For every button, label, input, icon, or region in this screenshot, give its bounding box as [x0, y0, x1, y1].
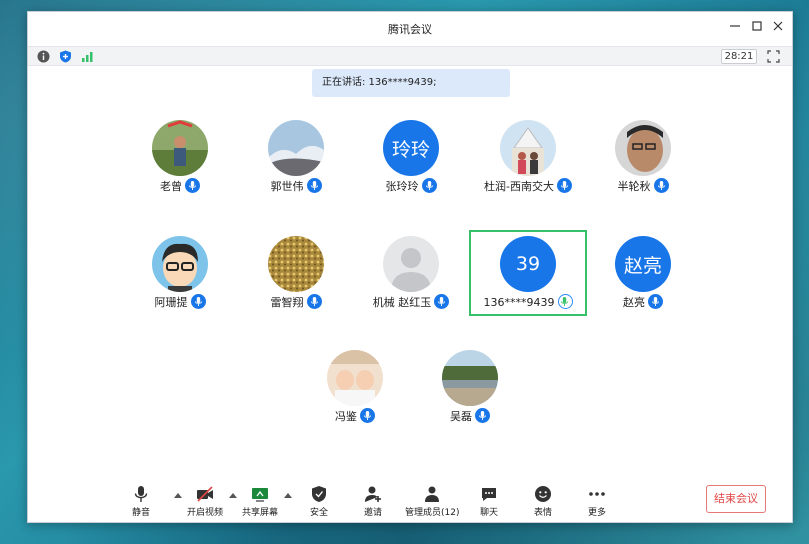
participant-tile[interactable]: 冯鉴 [296, 342, 414, 428]
default-avatar-icon [383, 236, 439, 292]
emoji-icon [535, 486, 551, 502]
participant-name: 半轮秋 [617, 180, 651, 193]
mute-button[interactable]: 静音 [132, 485, 150, 518]
meeting-window: 腾讯会议 28:21 正在讲话: 136****9439; 老曾 郭世伟 玲玲 … [27, 11, 793, 523]
participant-tile-speaking[interactable]: 39 136****9439 [469, 230, 587, 316]
microphone-icon [134, 486, 148, 502]
shield-icon[interactable] [59, 50, 72, 63]
participant-tile[interactable]: 阿珊提 [121, 228, 239, 314]
mic-icon [653, 178, 669, 193]
avatar: 赵亮 [615, 236, 671, 292]
more-button[interactable]: 更多 [588, 485, 606, 518]
meeting-timer: 28:21 [721, 49, 757, 64]
security-shield-icon [312, 486, 326, 502]
share-screen-button[interactable]: 共享屏幕 [242, 485, 278, 518]
share-screen-label: 共享屏幕 [242, 508, 279, 518]
start-video-button[interactable]: 开启视频 [187, 485, 223, 518]
avatar: 39 [500, 236, 556, 292]
avatar [327, 350, 383, 406]
participant-name: 雷智翔 [270, 296, 304, 309]
security-button[interactable]: 安全 [310, 485, 328, 518]
participant-name: 136****9439 [483, 296, 555, 309]
invite-button[interactable]: 邀请 [364, 485, 382, 518]
mic-icon [306, 178, 322, 193]
avatar-text: 39 [500, 236, 556, 292]
minimize-button[interactable] [727, 20, 743, 36]
participant-name: 郭世伟 [270, 180, 304, 193]
info-icon[interactable] [37, 50, 50, 63]
mic-icon [185, 178, 200, 193]
invite-label: 邀请 [364, 508, 383, 518]
close-button[interactable] [770, 20, 786, 36]
start-video-label: 开启视频 [187, 508, 224, 518]
video-off-icon [197, 486, 213, 502]
mute-label: 静音 [132, 508, 151, 518]
participant-tile[interactable]: 吴磊 [411, 342, 529, 428]
mic-icon [360, 408, 375, 423]
avatar [500, 120, 556, 176]
participant-name: 张玲玲 [385, 180, 419, 193]
participant-name: 冯鉴 [335, 410, 357, 423]
avatar [615, 120, 671, 176]
participant-tile[interactable]: 半轮秋 [584, 112, 702, 198]
avatar-text: 赵亮 [615, 236, 671, 292]
avatar-text: 玲玲 [383, 120, 439, 176]
mic-icon [475, 408, 490, 423]
mute-options-caret-icon[interactable] [174, 492, 182, 498]
more-label: 更多 [588, 508, 607, 518]
mic-icon [306, 294, 322, 309]
share-screen-icon [252, 488, 268, 502]
mic-active-icon [557, 294, 573, 309]
invite-user-icon [365, 486, 381, 502]
participant-tile[interactable]: 赵亮 赵亮 [584, 228, 702, 314]
share-options-caret-icon[interactable] [284, 492, 292, 498]
manage-members-button[interactable]: 管理成员(12) [405, 485, 459, 518]
chat-label: 聊天 [480, 508, 499, 518]
avatar [442, 350, 498, 406]
mic-icon [421, 178, 437, 193]
participant-tile[interactable]: 雷智翔 [237, 228, 355, 314]
mic-icon [434, 294, 450, 309]
fullscreen-icon[interactable] [767, 50, 780, 63]
participant-tile[interactable]: 玲玲 张玲玲 [352, 112, 470, 198]
avatar [268, 120, 324, 176]
window-title: 腾讯会议 [388, 23, 432, 36]
avatar [383, 236, 439, 292]
emoji-button[interactable]: 表情 [534, 485, 552, 518]
more-dots-icon [589, 492, 605, 496]
avatar: 玲玲 [383, 120, 439, 176]
manage-members-label: 管理成员(12) [405, 508, 460, 518]
members-icon [425, 486, 440, 502]
mic-icon [648, 294, 663, 309]
chat-icon [482, 488, 496, 501]
participant-name: 老曾 [160, 180, 182, 193]
avatar [152, 120, 208, 176]
signal-icon[interactable] [81, 50, 94, 63]
participant-name: 杜润-西南交大 [484, 180, 554, 193]
mic-icon [556, 178, 572, 193]
meeting-toolbar: 静音 开启视频 共享屏幕 安全 邀请 管理成员(12) 聊天 表情 更多 结束会… [28, 482, 792, 522]
mic-icon [190, 294, 206, 309]
chat-button[interactable]: 聊天 [480, 485, 498, 518]
end-meeting-button[interactable]: 结束会议 [706, 485, 766, 513]
participant-name: 阿珊提 [154, 296, 188, 309]
participant-name: 赵亮 [623, 296, 645, 309]
title-bar: 腾讯会议 [28, 12, 792, 46]
maximize-button[interactable] [749, 20, 765, 36]
participant-tile[interactable]: 老曾 [121, 112, 239, 198]
avatar [268, 236, 324, 292]
participant-tile[interactable]: 杜润-西南交大 [469, 112, 587, 198]
emoji-label: 表情 [534, 508, 553, 518]
status-bar: 28:21 [28, 46, 792, 66]
participant-tile[interactable]: 郭世伟 [237, 112, 355, 198]
participant-tile[interactable]: 机械 赵红玉 [352, 228, 470, 314]
speaking-indicator: 正在讲话: 136****9439; [312, 69, 510, 97]
security-label: 安全 [310, 508, 329, 518]
avatar [152, 236, 208, 292]
participant-name: 吴磊 [450, 410, 472, 423]
participant-name: 机械 赵红玉 [372, 296, 432, 309]
video-options-caret-icon[interactable] [229, 492, 237, 498]
